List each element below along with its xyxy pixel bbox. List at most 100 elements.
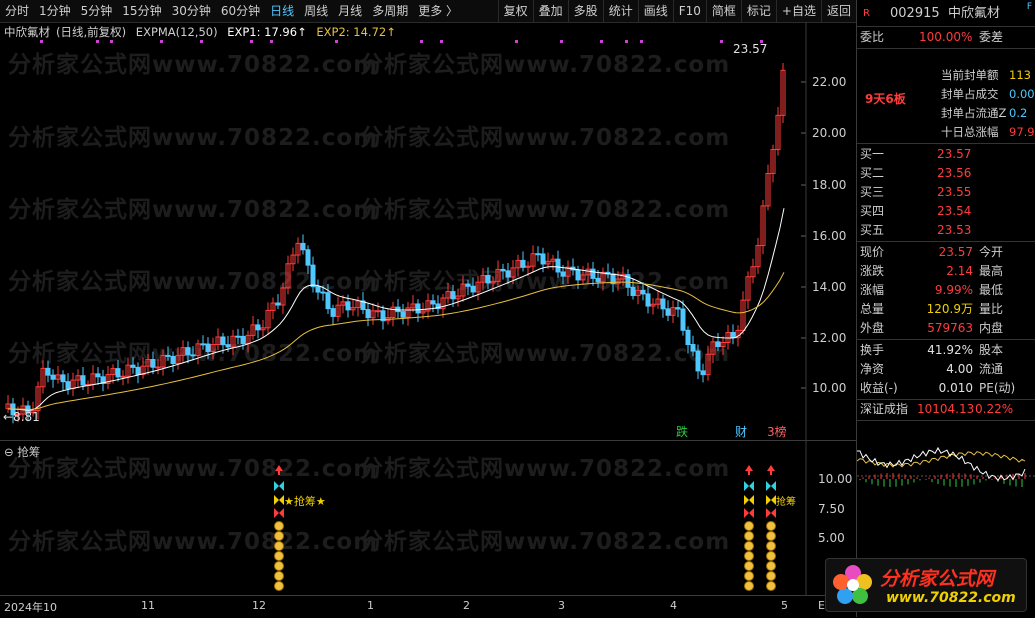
candle-body[interactable] <box>315 286 321 293</box>
candle-body[interactable] <box>345 301 351 311</box>
candle-body[interactable] <box>65 381 71 390</box>
candle-body[interactable] <box>50 374 56 380</box>
candle-body[interactable] <box>535 253 541 256</box>
candle-body[interactable] <box>135 366 141 375</box>
candle-body[interactable] <box>225 344 231 348</box>
candle-body[interactable] <box>60 374 66 383</box>
candle-body[interactable] <box>470 285 476 293</box>
candle-body[interactable] <box>365 309 371 319</box>
period-tab[interactable]: 月线 <box>333 0 367 22</box>
candle-body[interactable] <box>675 307 681 310</box>
candle-body[interactable] <box>330 308 336 317</box>
candle-body[interactable] <box>730 332 736 339</box>
tool-button[interactable]: 多股 <box>567 0 603 22</box>
tool-button[interactable]: 复权 <box>497 0 533 22</box>
event-marker[interactable]: 跌 <box>676 424 688 439</box>
candle-body[interactable] <box>190 354 196 357</box>
candle-body[interactable] <box>485 274 491 284</box>
period-tab[interactable]: 日线 <box>265 0 299 22</box>
candle-body[interactable] <box>660 298 666 310</box>
candle-body[interactable] <box>45 367 51 376</box>
tool-button[interactable]: 返回 <box>820 0 856 22</box>
indicator-canvas[interactable]: 10.00 7.50 5.00 ★抢筹★ 抢筹 <box>0 441 856 596</box>
candle-body[interactable] <box>305 249 311 266</box>
candle-body[interactable] <box>400 311 406 318</box>
candle-body[interactable] <box>320 291 326 294</box>
candle-body[interactable] <box>665 308 671 316</box>
candle-body[interactable] <box>640 289 646 295</box>
candle-body[interactable] <box>235 335 241 338</box>
period-tab[interactable]: 5分钟 <box>76 0 118 22</box>
period-tab[interactable]: 30分钟 <box>167 0 216 22</box>
f10-badge[interactable]: F <box>1027 0 1032 17</box>
tool-button[interactable]: F10 <box>672 0 706 22</box>
candle-body[interactable] <box>695 350 701 372</box>
candle-body[interactable] <box>310 264 316 288</box>
index-row[interactable]: 深证成指 10104.13 0.22% <box>857 400 1035 419</box>
qiangchou-indicator[interactable]: ⊖ 抢筹 10.00 7.50 5.00 ★抢筹★ 抢筹 <box>0 440 856 596</box>
candle-body[interactable] <box>520 259 526 268</box>
candle-body[interactable] <box>170 355 176 364</box>
candle-body[interactable] <box>595 277 601 283</box>
candle-body[interactable] <box>80 375 86 386</box>
indicator-name[interactable]: EXPMA(12,50) <box>136 25 218 39</box>
bid-row[interactable]: 买二 23.56 <box>857 164 1035 183</box>
candle-body[interactable] <box>200 343 206 346</box>
tool-button[interactable]: 标记 <box>740 0 776 22</box>
candle-body[interactable] <box>700 370 706 376</box>
candle-body[interactable] <box>220 336 226 346</box>
candle-body[interactable] <box>155 366 161 369</box>
candle-body[interactable] <box>465 283 471 287</box>
tool-button[interactable]: 画线 <box>637 0 673 22</box>
candle-body[interactable] <box>205 343 211 352</box>
tool-button[interactable]: 叠加 <box>532 0 568 22</box>
candle-body[interactable] <box>500 268 506 272</box>
event-marker[interactable]: 3榜 <box>767 424 787 439</box>
tool-button[interactable]: +自选 <box>775 0 821 22</box>
candle-body[interactable] <box>255 324 261 331</box>
period-tab[interactable]: 分时 <box>0 0 34 22</box>
period-tab[interactable]: 1分钟 <box>34 0 76 22</box>
candle-body[interactable] <box>325 292 331 310</box>
candle-body[interactable] <box>240 335 246 345</box>
candle-body[interactable] <box>505 270 511 278</box>
candle-body[interactable] <box>630 286 636 297</box>
tool-button[interactable]: 统计 <box>602 0 638 22</box>
kline-chart[interactable]: 中欣氟材 (日线,前复权) EXPMA(12,50) EXP1: 17.96↑ E… <box>0 22 856 440</box>
bid-row[interactable]: 买五 23.53 <box>857 221 1035 240</box>
candle-body[interactable] <box>590 268 596 279</box>
candle-body[interactable] <box>95 373 101 378</box>
candle-body[interactable] <box>185 347 191 356</box>
candle-body[interactable] <box>130 364 136 368</box>
period-tab[interactable]: 多周期 <box>367 0 413 22</box>
bid-row[interactable]: 买三 23.55 <box>857 183 1035 202</box>
period-tab[interactable]: 15分钟 <box>117 0 166 22</box>
period-tab[interactable]: 60分钟 <box>216 0 265 22</box>
candle-body[interactable] <box>450 291 456 300</box>
index-minichart[interactable] <box>857 421 1035 556</box>
candle-body[interactable] <box>690 344 696 352</box>
candle-body[interactable] <box>575 269 581 281</box>
candle-body[interactable] <box>715 341 721 348</box>
candle-body[interactable] <box>115 368 121 378</box>
event-marker[interactable]: 财 <box>735 425 747 439</box>
candle-body[interactable] <box>300 242 306 251</box>
candle-body[interactable] <box>375 310 381 313</box>
candle-body[interactable] <box>430 300 436 305</box>
candle-body[interactable] <box>685 329 691 346</box>
candle-body[interactable] <box>680 308 686 331</box>
candle-body[interactable] <box>645 293 651 307</box>
period-tab[interactable]: 更多 〉 <box>413 0 463 22</box>
candle-body[interactable] <box>415 303 421 314</box>
kline-canvas[interactable]: 22.00 20.00 18.00 16.00 14.00 12.00 10.00 23.57… <box>0 22 856 440</box>
candle-body[interactable] <box>275 302 281 306</box>
tool-button[interactable]: 简框 <box>705 0 741 22</box>
candle-body[interactable] <box>120 375 126 378</box>
candle-body[interactable] <box>150 359 156 368</box>
period-tab[interactable]: 周线 <box>299 0 333 22</box>
candle-body[interactable] <box>560 271 566 277</box>
bid-row[interactable]: 买一 23.57 <box>857 145 1035 164</box>
bid-row[interactable]: 买四 23.54 <box>857 202 1035 221</box>
collapse-icon[interactable]: ⊖ <box>4 445 14 459</box>
candle-body[interactable] <box>165 354 171 357</box>
